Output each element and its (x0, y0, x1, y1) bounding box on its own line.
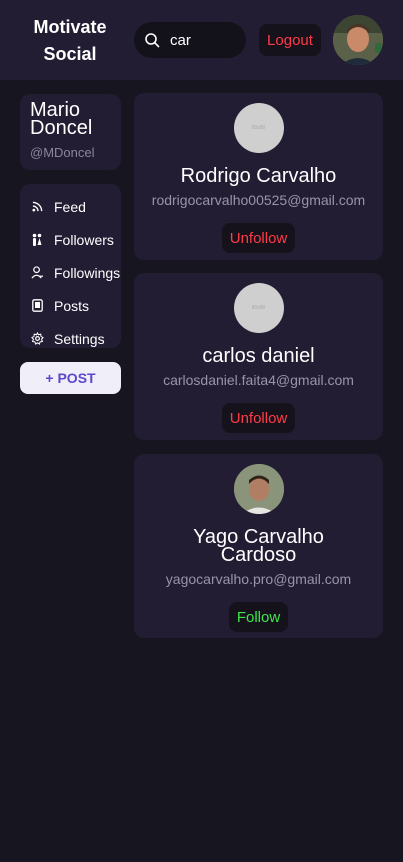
sidebar-item-label: Posts (54, 297, 90, 314)
people-icon (30, 233, 44, 247)
sidebar-item-settings[interactable]: Settings (20, 322, 121, 355)
user-email: carlosdaniel.faita4@gmail.com (163, 372, 354, 388)
sidebar-item-label: Feed (54, 198, 86, 215)
sidebar-menu: Feed Followers Followings Posts Settings (20, 184, 121, 348)
gear-icon (30, 332, 44, 346)
user-icon (30, 266, 44, 280)
user-card: 80x80 carlos daniel carlosdaniel.faita4@… (134, 273, 383, 440)
search-box[interactable] (134, 22, 246, 58)
profile-handle: @MDoncel (30, 145, 95, 160)
avatar-placeholder-label: 80x80 (251, 125, 266, 131)
user-card: 80x80 Rodrigo Carvalho rodrigocarvalho00… (134, 93, 383, 260)
sidebar-item-followers[interactable]: Followers (20, 223, 121, 256)
profile-card[interactable]: Mario Doncel @MDoncel (20, 94, 121, 170)
sidebar-item-label: Settings (54, 330, 105, 347)
unfollow-button[interactable]: Unfollow (221, 223, 296, 253)
avatar[interactable] (333, 15, 383, 65)
sidebar-item-followings[interactable]: Followings (20, 256, 121, 289)
avatar-placeholder-label: 80x80 (251, 305, 266, 311)
logout-button[interactable]: Logout (259, 24, 321, 56)
user-email: yagocarvalho.pro@gmail.com (165, 571, 352, 587)
rss-icon (30, 200, 44, 214)
avatar[interactable]: 80x80 (233, 103, 284, 153)
profile-name: Mario Doncel (30, 99, 93, 139)
user-name[interactable]: carlos daniel (134, 346, 383, 366)
unfollow-button[interactable]: Unfollow (221, 403, 296, 433)
search-input[interactable] (170, 31, 240, 49)
posts-icon (30, 299, 44, 313)
search-icon (145, 33, 160, 48)
avatar[interactable]: 80x80 (233, 283, 284, 333)
follow-button[interactable]: Follow (228, 602, 289, 632)
sidebar-item-label: Followings (54, 264, 121, 281)
sidebar-item-label: Followers (54, 231, 114, 248)
avatar[interactable] (233, 464, 284, 514)
user-name[interactable]: Yago Carvalho Cardoso (134, 527, 383, 565)
sidebar-item-feed[interactable]: Feed (20, 190, 121, 223)
user-name[interactable]: Rodrigo Carvalho (134, 166, 383, 186)
brand-logo[interactable]: Motivate Social (20, 14, 120, 68)
top-bar: Motivate Social Logout (0, 0, 403, 80)
user-email: rodrigocarvalho00525@gmail.com (151, 192, 366, 208)
user-card: Yago Carvalho Cardoso yagocarvalho.pro@g… (134, 454, 383, 638)
new-post-button[interactable]: + POST (20, 362, 121, 394)
sidebar-item-posts[interactable]: Posts (20, 289, 121, 322)
